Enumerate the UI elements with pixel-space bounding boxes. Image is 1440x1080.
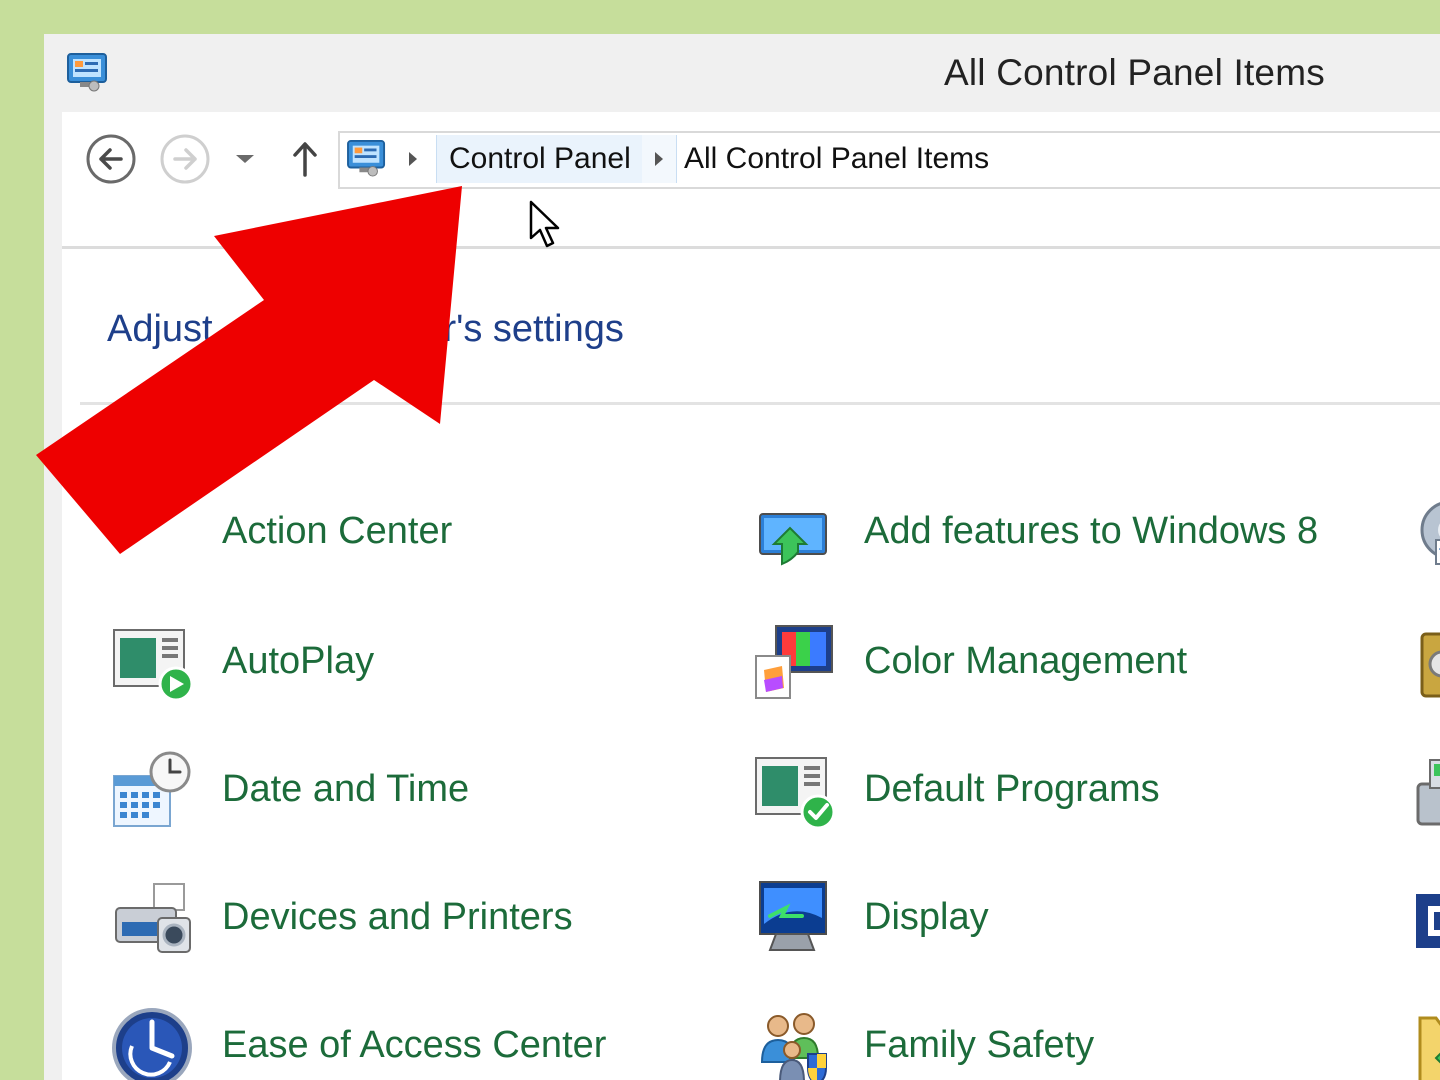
family-safety-icon	[760, 1013, 827, 1080]
breadcrumb-separator[interactable]	[402, 147, 424, 171]
date-time-icon	[113, 751, 191, 827]
item-label: Ease of Access Center	[222, 1024, 607, 1066]
control-panel-window: All Control Panel Items Control Panel Al…	[44, 34, 1440, 1080]
item-label: Action Center	[222, 510, 453, 552]
item-label: Family Safety	[864, 1024, 1095, 1066]
display-icon	[759, 881, 827, 951]
content-pane: Control Panel All Control Panel Items Ad…	[62, 112, 1440, 1080]
control-panel-icon	[67, 53, 107, 92]
item-label: Date and Time	[222, 768, 470, 810]
mouse-cursor-icon	[529, 200, 560, 248]
forward-arrow-icon	[160, 134, 210, 184]
add-features-icon	[759, 513, 827, 566]
control-panel-crumb-icon[interactable]	[346, 139, 388, 177]
heading-text-right: uter's settings	[390, 308, 624, 350]
item-display[interactable]: Display	[752, 878, 1372, 968]
item-devices-and-printers[interactable]: Devices and Printers	[110, 878, 670, 968]
autoplay-icon	[113, 629, 194, 702]
ease-of-access-icon	[112, 1008, 192, 1080]
address-bar[interactable]: Control Panel All Control Panel Items	[338, 131, 1440, 189]
up-button[interactable]	[278, 132, 332, 186]
chevron-right-icon	[655, 152, 663, 166]
breadcrumb-all-items[interactable]: All Control Panel Items	[684, 135, 989, 183]
up-arrow-icon	[293, 142, 317, 177]
item-autoplay[interactable]: AutoPlay	[110, 622, 670, 712]
back-button[interactable]	[84, 132, 138, 186]
recent-locations-button[interactable]	[218, 132, 272, 186]
item-default-programs[interactable]: Default Programs	[752, 750, 1372, 840]
forward-button[interactable]	[158, 132, 212, 186]
safe-icon[interactable]	[1414, 622, 1440, 706]
item-label: AutoPlay	[222, 640, 375, 682]
item-color-management[interactable]: Color Management	[752, 622, 1372, 712]
back-arrow-icon	[86, 134, 136, 184]
gear-icon[interactable]	[1414, 492, 1440, 576]
item-label: Color Management	[864, 640, 1188, 682]
heading-divider	[80, 402, 1440, 405]
item-label: Add features to Windows 8	[864, 510, 1319, 552]
devices-printers-icon	[115, 883, 191, 953]
default-programs-icon	[755, 757, 836, 830]
navigation-bar: Control Panel All Control Panel Items	[62, 112, 1440, 249]
page-heading: Adjust uter's settings	[107, 308, 624, 351]
item-ease-of-access-center[interactable]: Ease of Access Center	[110, 1006, 670, 1080]
item-label: Display	[864, 896, 989, 938]
chevron-right-icon	[409, 152, 417, 166]
title-bar: All Control Panel Items	[44, 34, 1440, 112]
heading-text-left: Adjust	[107, 308, 213, 350]
item-add-features[interactable]: Add features to Windows 8	[752, 492, 1372, 582]
item-date-and-time[interactable]: Date and Time	[110, 750, 670, 840]
window-title: All Control Panel Items	[944, 52, 1325, 93]
chevron-down-icon	[236, 155, 254, 163]
item-action-center[interactable]: Action Center	[110, 492, 670, 582]
breadcrumb-control-panel[interactable]: Control Panel	[436, 135, 644, 183]
toolbox-icon[interactable]	[1414, 750, 1440, 834]
item-label: Default Programs	[864, 768, 1160, 810]
color-management-icon	[755, 625, 833, 699]
item-label: Devices and Printers	[222, 896, 573, 938]
folder-icon[interactable]	[1414, 1006, 1440, 1080]
item-family-safety[interactable]: Family Safety	[752, 1006, 1372, 1080]
breadcrumb-separator[interactable]	[642, 135, 677, 183]
dell-logo-icon[interactable]	[1414, 878, 1440, 962]
